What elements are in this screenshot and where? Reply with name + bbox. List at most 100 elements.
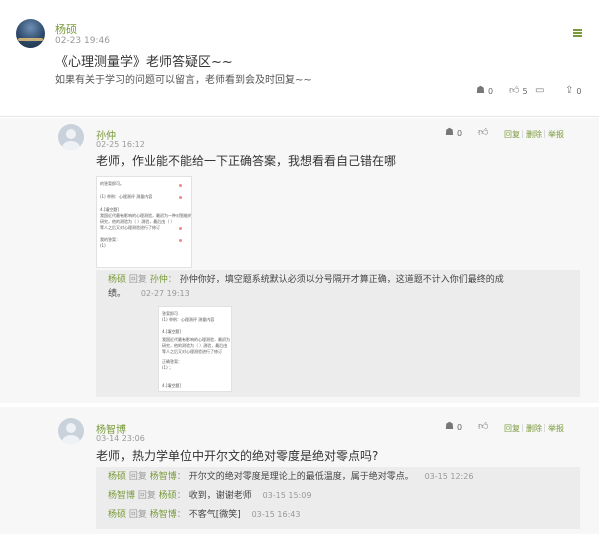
error-mark-icon — [179, 227, 182, 230]
reply-author[interactable]: 杨硕 — [108, 472, 126, 482]
comment-item: 杨智博 03-14 23:06 老师，热力学单位中开尔文的绝对零度是绝对零点吗?… — [0, 407, 599, 534]
attachment-image[interactable]: 的答案即可。 (1) 举例：心理测评 测量内容 4.[填空题] 我国近代最有影响… — [96, 176, 192, 268]
reply-text: 收到，谢谢老师 — [188, 491, 252, 501]
share-icon: ⇪ — [565, 85, 574, 96]
reply-time: 03-15 12:26 — [424, 472, 474, 481]
reply-author[interactable]: 杨智博 — [108, 491, 135, 501]
image-text: 研究，他的测验为（ ）测验，最后由（ ） — [100, 219, 175, 224]
image-text: 答案即可 — [162, 311, 178, 316]
eye-icon: ☗ — [476, 85, 485, 96]
image-text: 正确答案： — [162, 359, 182, 364]
reply-time: 02-27 19:13 — [140, 289, 190, 298]
like-button[interactable]: 👍︎ — [478, 128, 488, 138]
image-text: (1) — [100, 243, 106, 248]
reply-list: 杨硕 回复 杨智博： 开尔文的绝对零度是理论上的最低温度，属于绝对零点。 03-… — [96, 467, 580, 529]
reply-author[interactable]: 杨硕 — [108, 510, 126, 520]
report-link[interactable]: 举报 — [548, 423, 564, 434]
shares-count: 0 — [576, 86, 582, 96]
colon: ： — [176, 491, 186, 501]
image-text: (1) ； — [162, 365, 173, 370]
reply-author[interactable]: 杨硕 — [108, 275, 126, 285]
image-text: 4.[填空题] — [162, 329, 181, 334]
error-mark-icon — [179, 239, 182, 242]
comment-text: 老师，作业能不能给一下正确答案，我想看看自己错在哪 — [96, 154, 397, 168]
reply-link[interactable]: 回复 — [504, 423, 520, 434]
image-text: 我国近代最有影响的心理测验，最初为 — [162, 337, 230, 342]
comment-item: 孙仲 02-25 16:12 老师，作业能不能给一下正确答案，我想看看自己错在哪… — [0, 118, 599, 403]
separator: | — [521, 129, 524, 138]
reply-verb: 回复 — [128, 510, 147, 520]
reply-target[interactable]: 杨智博 — [150, 510, 177, 520]
reply-verb: 回复 — [137, 491, 156, 501]
post-time: 02-23 19:46 — [55, 36, 110, 46]
comment-icon: ▭ — [535, 85, 545, 96]
delete-link[interactable]: 删除 — [526, 423, 542, 434]
thumbs-up-icon: 👍︎ — [478, 421, 489, 432]
reply-item: 杨硕 回复 孙仲： 孙仲你好，填空题系统默认必须以分号隔开才算正确，这道题不计入… — [108, 274, 504, 286]
reply-verb: 回复 — [128, 472, 147, 482]
views-count: 0 — [487, 86, 494, 96]
reply-item: 杨硕 回复 杨智博： 开尔文的绝对零度是理论上的最低温度，属于绝对零点。 03-… — [108, 471, 473, 483]
like-button[interactable]: 👍︎ 5 — [509, 86, 528, 96]
reply-item: 杨硕 回复 杨智博： 不客气[微笑] 03-15 16:43 — [108, 509, 300, 521]
commenter-avatar[interactable] — [58, 124, 84, 150]
image-text: 4.[填空题] — [162, 383, 181, 388]
separator: | — [543, 129, 546, 138]
count: 0 — [456, 422, 463, 432]
reply-item-continued: 绩。 02-27 19:13 — [108, 288, 190, 300]
commenter-avatar[interactable] — [58, 418, 84, 444]
image-text: 研究，他的测验为（ ）测验，最后由 — [162, 343, 228, 348]
error-mark-icon — [179, 196, 182, 199]
reply-text: 不客气[微笑] — [188, 510, 241, 520]
colon: ： — [167, 275, 177, 285]
views-stat[interactable]: ☗ 0 — [445, 128, 462, 138]
reply-item: 杨智博 回复 杨硕： 收到，谢谢老师 03-15 15:09 — [108, 490, 311, 502]
colon: ： — [176, 510, 186, 520]
image-text: (1) 举例：心理测评 测量内容 — [100, 194, 153, 199]
eye-icon: ☗ — [445, 421, 454, 432]
image-text: 我的答案： — [100, 237, 120, 242]
post-title: 《心理测量学》老师答疑区~~ — [55, 55, 233, 70]
reply-target[interactable]: 杨智博 — [150, 472, 177, 482]
report-link[interactable]: 举报 — [548, 129, 564, 140]
comments-stat[interactable]: ▭ — [535, 86, 544, 96]
image-text: 4.[填空题] — [100, 207, 119, 212]
author-avatar[interactable] — [16, 19, 45, 48]
reply-time: 03-15 16:43 — [251, 510, 301, 519]
share-button[interactable]: ⇪ 0 — [565, 86, 581, 96]
error-mark-icon — [179, 184, 182, 187]
thumbs-up-icon: 👍︎ — [509, 85, 520, 96]
reply-target[interactable]: 孙仲 — [150, 275, 168, 285]
separator: | — [521, 423, 524, 432]
colon: ： — [176, 472, 186, 482]
post-card: 杨硕 02-23 19:46 《心理测量学》老师答疑区~~ 如果有关于学习的问题… — [0, 0, 599, 117]
reply-time: 03-15 15:09 — [262, 491, 312, 500]
reply-list: 杨硕 回复 孙仲： 孙仲你好，填空题系统默认必须以分号隔开才算正确，这道题不计入… — [96, 270, 580, 397]
views-stat[interactable]: ☗ 0 — [445, 422, 462, 432]
reply-target[interactable]: 杨硕 — [159, 491, 177, 501]
reply-text: 开尔文的绝对零度是理论上的最低温度，属于绝对零点。 — [188, 472, 414, 482]
menu-icon[interactable] — [573, 29, 582, 37]
count: 0 — [456, 128, 463, 138]
image-text: 的答案即可。 — [100, 181, 124, 186]
comment-time: 03-14 23:06 — [96, 434, 145, 443]
views-stat[interactable]: ☗ 0 — [476, 86, 493, 96]
post-author[interactable]: 杨硕 — [55, 21, 77, 37]
image-text: 我国近代最有影响的心理测验，最初为一种对智能的 — [100, 213, 192, 218]
attachment-image[interactable]: 答案即可 (1) 举例：心理测评 测量内容 4.[填空题] 我国近代最有影响的心… — [158, 306, 232, 392]
eye-icon: ☗ — [445, 127, 454, 138]
reply-link[interactable]: 回复 — [504, 129, 520, 140]
like-button[interactable]: 👍︎ — [478, 422, 488, 432]
post-body: 如果有关于学习的问题可以留言，老师看到会及时回复~~ — [55, 75, 312, 86]
comment-time: 02-25 16:12 — [96, 140, 145, 149]
comment-text: 老师，热力学单位中开尔文的绝对零度是绝对零点吗? — [96, 449, 379, 463]
image-text: 等人之后又对心理测验进行了修订 — [162, 349, 222, 354]
image-text: (1) 举例：心理测评 测量内容 — [162, 317, 215, 322]
separator: | — [543, 423, 546, 432]
image-text: 等人之后又对心理测验进行了修订 — [100, 225, 160, 230]
likes-count: 5 — [522, 86, 528, 96]
reply-text: 孙仲你好，填空题系统默认必须以分号隔开才算正确，这道题不计入你们最终的成 — [179, 275, 504, 285]
reply-verb: 回复 — [128, 275, 147, 285]
delete-link[interactable]: 删除 — [526, 129, 542, 140]
thumbs-up-icon: 👍︎ — [478, 127, 489, 138]
